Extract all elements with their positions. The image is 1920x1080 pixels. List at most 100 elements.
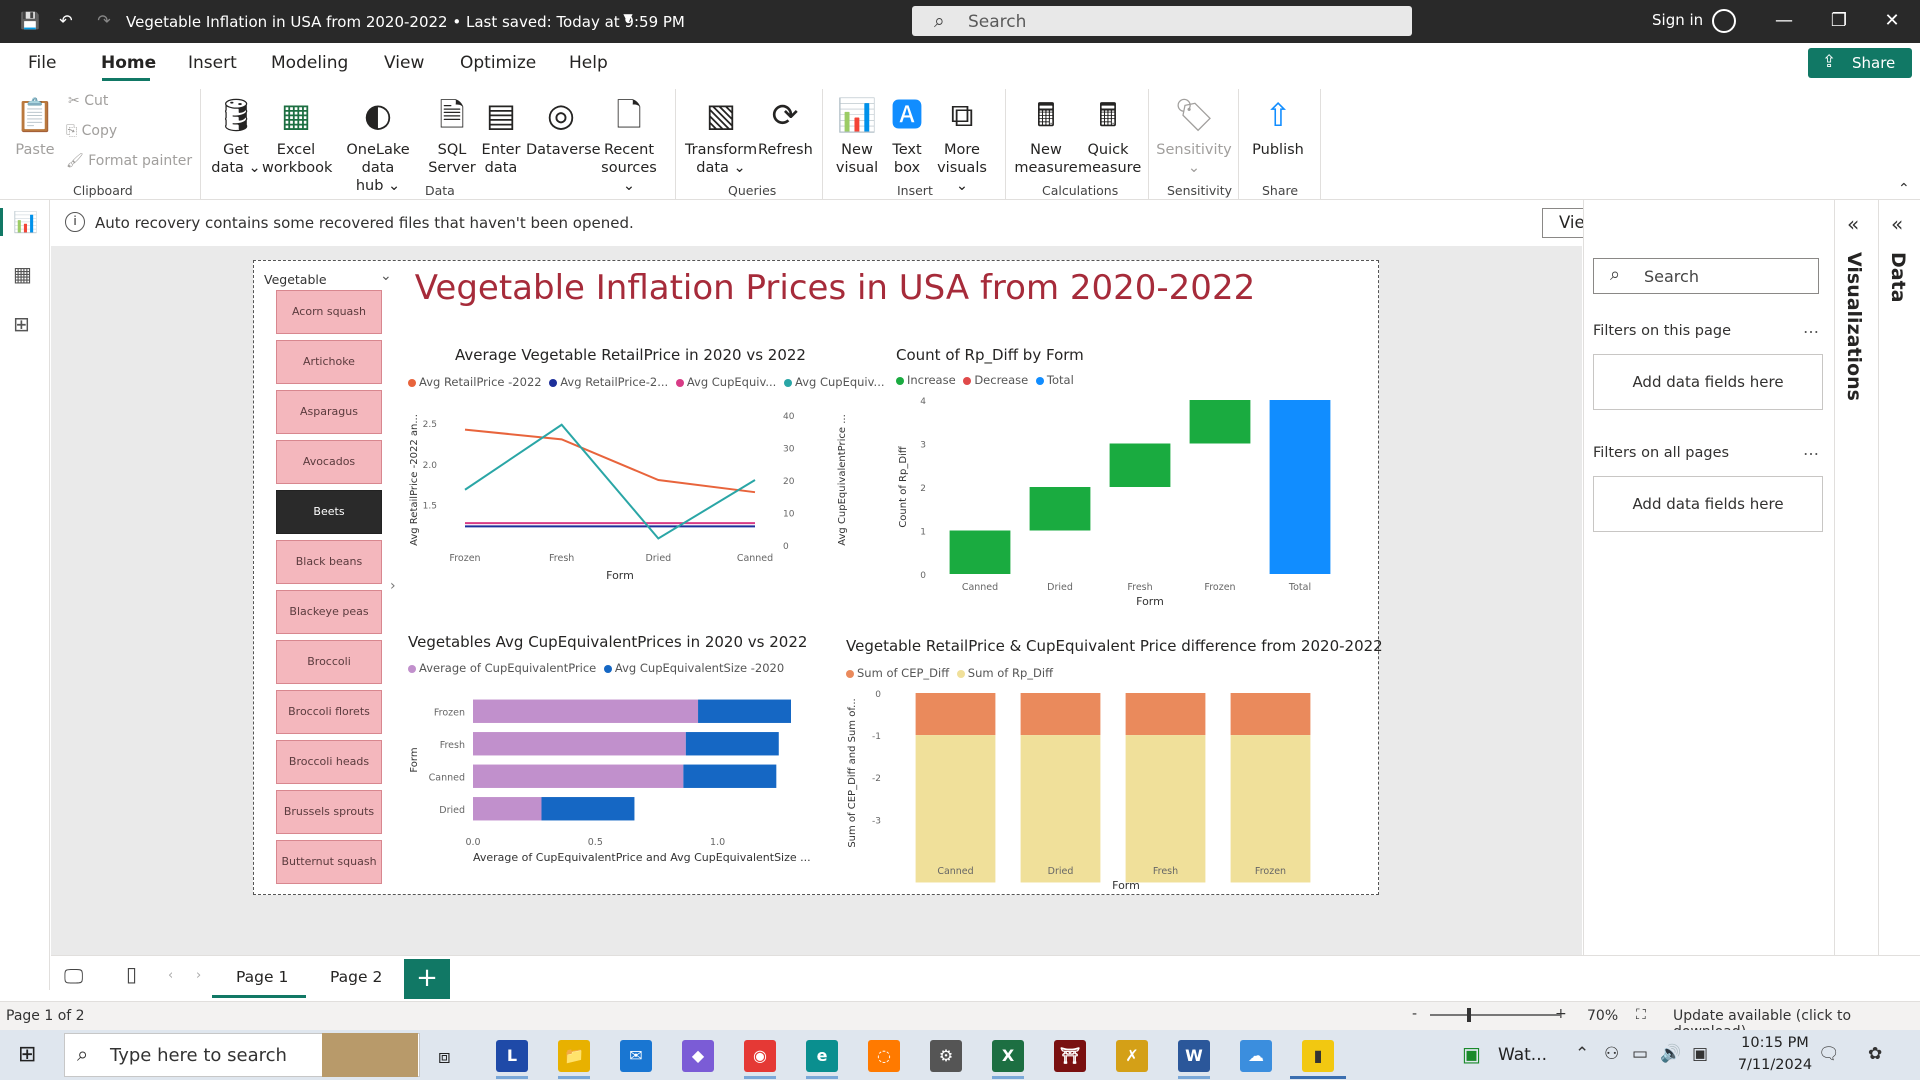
app-l-icon[interactable]: L — [496, 1040, 528, 1072]
edge-icon[interactable]: e — [806, 1040, 838, 1072]
table-view-icon[interactable]: ▦ — [13, 262, 32, 286]
task-view-icon[interactable]: ⧈ — [438, 1044, 451, 1068]
power-bi-icon[interactable]: ▮ — [1302, 1040, 1334, 1072]
more-options-icon[interactable]: … — [1803, 318, 1819, 337]
refresh-button[interactable]: ⟳ Refresh — [758, 93, 813, 159]
waterfall-chart[interactable]: 4 3 2 1 0 Canned Dried Fresh Frozen Total Form Coun… — [890, 390, 1350, 615]
close-window-icon[interactable]: ✕ — [1877, 10, 1907, 31]
new-measure-button[interactable]: 🖩 New measure — [1014, 93, 1078, 177]
sql-server-button[interactable]: 🗎 SQL Server — [428, 93, 476, 177]
recent-sources-button[interactable]: 🗋 Recent sources ⌄ — [596, 93, 662, 195]
onelake-data-hub-button[interactable]: ◐ OneLake data hub ⌄ — [330, 93, 426, 195]
dataverse-button[interactable]: ◎ Dataverse — [526, 93, 601, 159]
app-tools-icon[interactable]: ✗ — [1116, 1040, 1148, 1072]
minimize-icon[interactable]: — — [1769, 10, 1799, 31]
add-data-fields-this-page[interactable]: Add data fields here — [1593, 354, 1823, 410]
restore-icon[interactable]: ❐ — [1824, 10, 1854, 31]
chevron-up-icon[interactable]: ⌃ — [1575, 1044, 1589, 1064]
sensitivity-button[interactable]: 🏷 Sensitivity ⌄ — [1156, 93, 1232, 177]
copilot-tray-icon[interactable]: ✿ — [1868, 1044, 1882, 1064]
app-blue-icon[interactable]: ☁ — [1240, 1040, 1272, 1072]
filter-search-input[interactable]: ⌕ Search — [1593, 258, 1819, 294]
prev-page-icon[interactable]: ‹ — [168, 968, 173, 983]
legend-item[interactable]: Total — [1032, 373, 1074, 387]
slicer-item[interactable]: Beets — [276, 490, 382, 534]
add-page-button[interactable]: + — [404, 959, 450, 999]
zoom-out-button[interactable]: - — [1412, 1006, 1417, 1022]
more-options-icon[interactable]: … — [1803, 440, 1819, 459]
volume-icon[interactable]: 🔊 — [1660, 1044, 1681, 1064]
more-visuals-button[interactable]: ⧉ More visuals ⌄ — [932, 93, 992, 195]
cut-button[interactable]: ✂ Cut — [68, 93, 108, 109]
format-painter-button[interactable]: 🖌 Format painter — [66, 153, 192, 169]
copy-button[interactable]: ⎘ Copy — [66, 123, 117, 139]
slicer-item[interactable]: Avocados — [276, 440, 382, 484]
new-visual-button[interactable]: 📊 New visual — [832, 93, 882, 177]
chevron-right-icon[interactable]: › — [390, 578, 396, 594]
clock-date[interactable]: 7/11/2024 — [1735, 1057, 1815, 1073]
sign-in-link[interactable]: Sign in — [1652, 11, 1703, 29]
legend-item[interactable]: Decrease — [959, 373, 1028, 387]
mail-icon[interactable]: ✉ — [620, 1040, 652, 1072]
app-orange-icon[interactable]: ◌ — [868, 1040, 900, 1072]
slicer-item[interactable]: Asparagus — [276, 390, 382, 434]
collapse-left-icon[interactable]: « — [1891, 212, 1903, 236]
text-box-button[interactable]: 🅰 Text box — [884, 93, 930, 177]
tab-help[interactable]: Help — [569, 53, 608, 73]
settings-icon[interactable]: ⚙ — [930, 1040, 962, 1072]
legend-item[interactable]: Average of CupEquivalentPrice — [408, 661, 596, 675]
slicer-item[interactable]: Black beans — [276, 540, 382, 584]
hbar-chart[interactable]: Frozen Fresh Canned Dried 0.0 0.5 1.0 Average o… — [405, 685, 835, 875]
collapse-ribbon-icon[interactable]: ⌃ — [1898, 181, 1910, 197]
tab-optimize[interactable]: Optimize — [460, 53, 536, 73]
avatar-icon[interactable] — [1712, 9, 1736, 33]
app-red-icon[interactable]: ⛩ — [1054, 1040, 1086, 1072]
tab-file[interactable]: File — [28, 53, 56, 73]
paste-button[interactable]: 📋 Paste — [12, 93, 58, 159]
weather-text[interactable]: Wat... — [1498, 1045, 1547, 1065]
zoom-slider[interactable] — [1430, 1014, 1560, 1016]
slicer-item[interactable]: Broccoli heads — [276, 740, 382, 784]
excel-workbook-button[interactable]: ▦ Excel workbook — [262, 93, 332, 177]
slicer-item[interactable]: Broccoli — [276, 640, 382, 684]
chevron-down-icon[interactable]: ⌄ — [380, 268, 392, 284]
battery-icon[interactable]: ▭ — [1632, 1044, 1648, 1064]
tab-insert[interactable]: Insert — [188, 53, 237, 73]
visualizations-pane[interactable]: « Visualizations — [1834, 200, 1877, 955]
slicer-item[interactable]: Brussels sprouts — [276, 790, 382, 834]
quick-measure-button[interactable]: 🖩 Quick measure — [1078, 93, 1141, 177]
legend-item[interactable]: Avg RetailPrice -2022 — [408, 375, 542, 389]
tab-home[interactable]: Home — [101, 53, 156, 73]
slicer-item[interactable]: Butternut squash — [276, 840, 382, 884]
desktop-layout-icon[interactable]: 🖵 — [64, 964, 83, 988]
slicer-item[interactable]: Acorn squash — [276, 290, 382, 334]
slicer-item[interactable]: Artichoke — [276, 340, 382, 384]
word-icon[interactable]: W — [1178, 1040, 1210, 1072]
tab-view[interactable]: View — [384, 53, 424, 73]
redo-icon[interactable]: ↷ — [94, 11, 114, 31]
mobile-layout-icon[interactable]: ▯ — [126, 962, 137, 986]
stacked-column-chart[interactable]: 0 -1 -2 -3 Canned Dried Fresh Frozen Form Sum of … — [843, 685, 1343, 890]
global-search-input[interactable]: ⌕ Search — [912, 6, 1412, 36]
legend-item[interactable]: Avg CupEquiv... — [780, 375, 885, 389]
legend-item[interactable]: Sum of CEP_Diff — [846, 666, 949, 680]
report-view-icon[interactable]: 📊 — [13, 210, 38, 234]
title-dropdown-icon[interactable]: ▼ — [618, 11, 638, 31]
model-view-icon[interactable]: ⊞ — [13, 312, 30, 336]
undo-icon[interactable]: ↶ — [56, 11, 76, 31]
file-explorer-icon[interactable]: 📁 — [558, 1040, 590, 1072]
zoom-slider-thumb[interactable] — [1467, 1008, 1471, 1022]
zoom-level[interactable]: 70% — [1587, 1008, 1618, 1024]
legend-item[interactable]: Avg RetailPrice-2... — [545, 375, 668, 389]
line-chart[interactable]: 2.5 2.0 1.5 40 30 20 10 0 Frozen Fresh Dried Canned… — [405, 395, 860, 590]
get-data-button[interactable]: 🛢 Get data ⌄ — [208, 93, 264, 177]
weather-icon[interactable]: ▣ — [1462, 1042, 1481, 1066]
legend-item[interactable]: Avg CupEquivalentSize -2020 — [600, 661, 784, 675]
fit-to-page-icon[interactable]: ⛶ — [1636, 1007, 1646, 1023]
next-page-icon[interactable]: › — [196, 968, 201, 983]
legend-item[interactable]: Increase — [896, 373, 956, 387]
windows-start-icon[interactable]: ⊞ — [18, 1042, 36, 1067]
enter-data-button[interactable]: ▤ Enter data — [478, 93, 524, 177]
clock-time[interactable]: 10:15 PM — [1735, 1035, 1815, 1051]
page-1-label[interactable]: Page 1 — [236, 968, 288, 986]
